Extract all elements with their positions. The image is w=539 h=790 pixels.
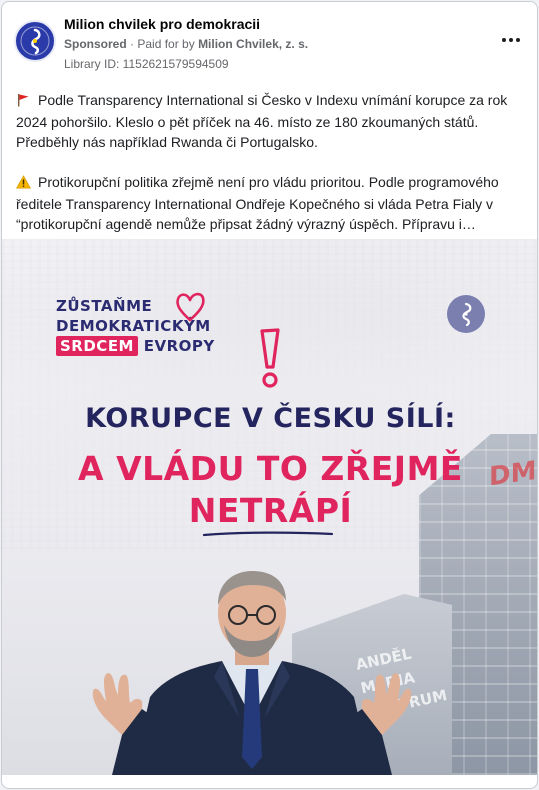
logo-line-3-rest: EVROPY [143,337,215,355]
heart-icon [176,292,205,322]
milion-chvilek-badge-icon [447,295,485,333]
politician-photo [92,571,412,775]
sponsored-meta: Sponsored · Paid for by Milion Chvilek, … [64,37,308,51]
more-horizontal-icon [502,38,506,42]
logo-line-3: SRDCEM EVROPY [56,336,215,356]
more-options-button[interactable] [499,30,523,50]
post-header: Milion chvilek pro demokracii Sponsored … [2,2,537,80]
milion-chvilek-logo-icon[interactable] [14,20,56,62]
post-paragraph: Podle Transparency International si Česk… [16,90,526,152]
page-name-link[interactable]: Milion chvilek pro demokracii [64,16,260,32]
headline-line-2: A VLÁDU TO ZŘEJMĚ [78,449,463,488]
campaign-logo: ZŮSTAŇME DEMOKRATICKÝM SRDCEM EVROPY [56,292,215,356]
library-id: Library ID: 1152621579594509 [64,57,229,71]
more-dot [516,38,520,42]
paragraph-2-text[interactable]: Protikorupční politika zřejmě není pro v… [16,174,499,232]
more-dot [509,38,513,42]
exclamation-icon [260,328,280,388]
ad-creative-image[interactable]: DM ANDĚL MEDIA CENTRUM ZŮSTAŇME DEMOKRAT… [2,239,537,775]
sponsored-post-card: Milion chvilek pro demokracii Sponsored … [1,1,538,789]
sponsored-label: Sponsored [64,37,127,51]
logo-highlight: SRDCEM [56,336,138,356]
red-flag-icon [16,92,32,112]
warning-icon [15,174,32,194]
paid-for-prefix: · Paid for by [130,37,195,51]
paragraph-1-text: Podle Transparency International si Česk… [16,92,508,150]
payer-name[interactable]: Milion Chvilek, z. s. [198,37,308,51]
headline-line-3: NETRÁPÍ [188,491,353,530]
headline-underline [202,531,334,537]
post-text: Podle Transparency International si Česk… [15,90,526,254]
post-paragraph: Protikorupční politika zřejmě není pro v… [15,172,526,234]
headline-line-1: KORUPCE V ČESKU SÍLÍ: [85,403,456,434]
